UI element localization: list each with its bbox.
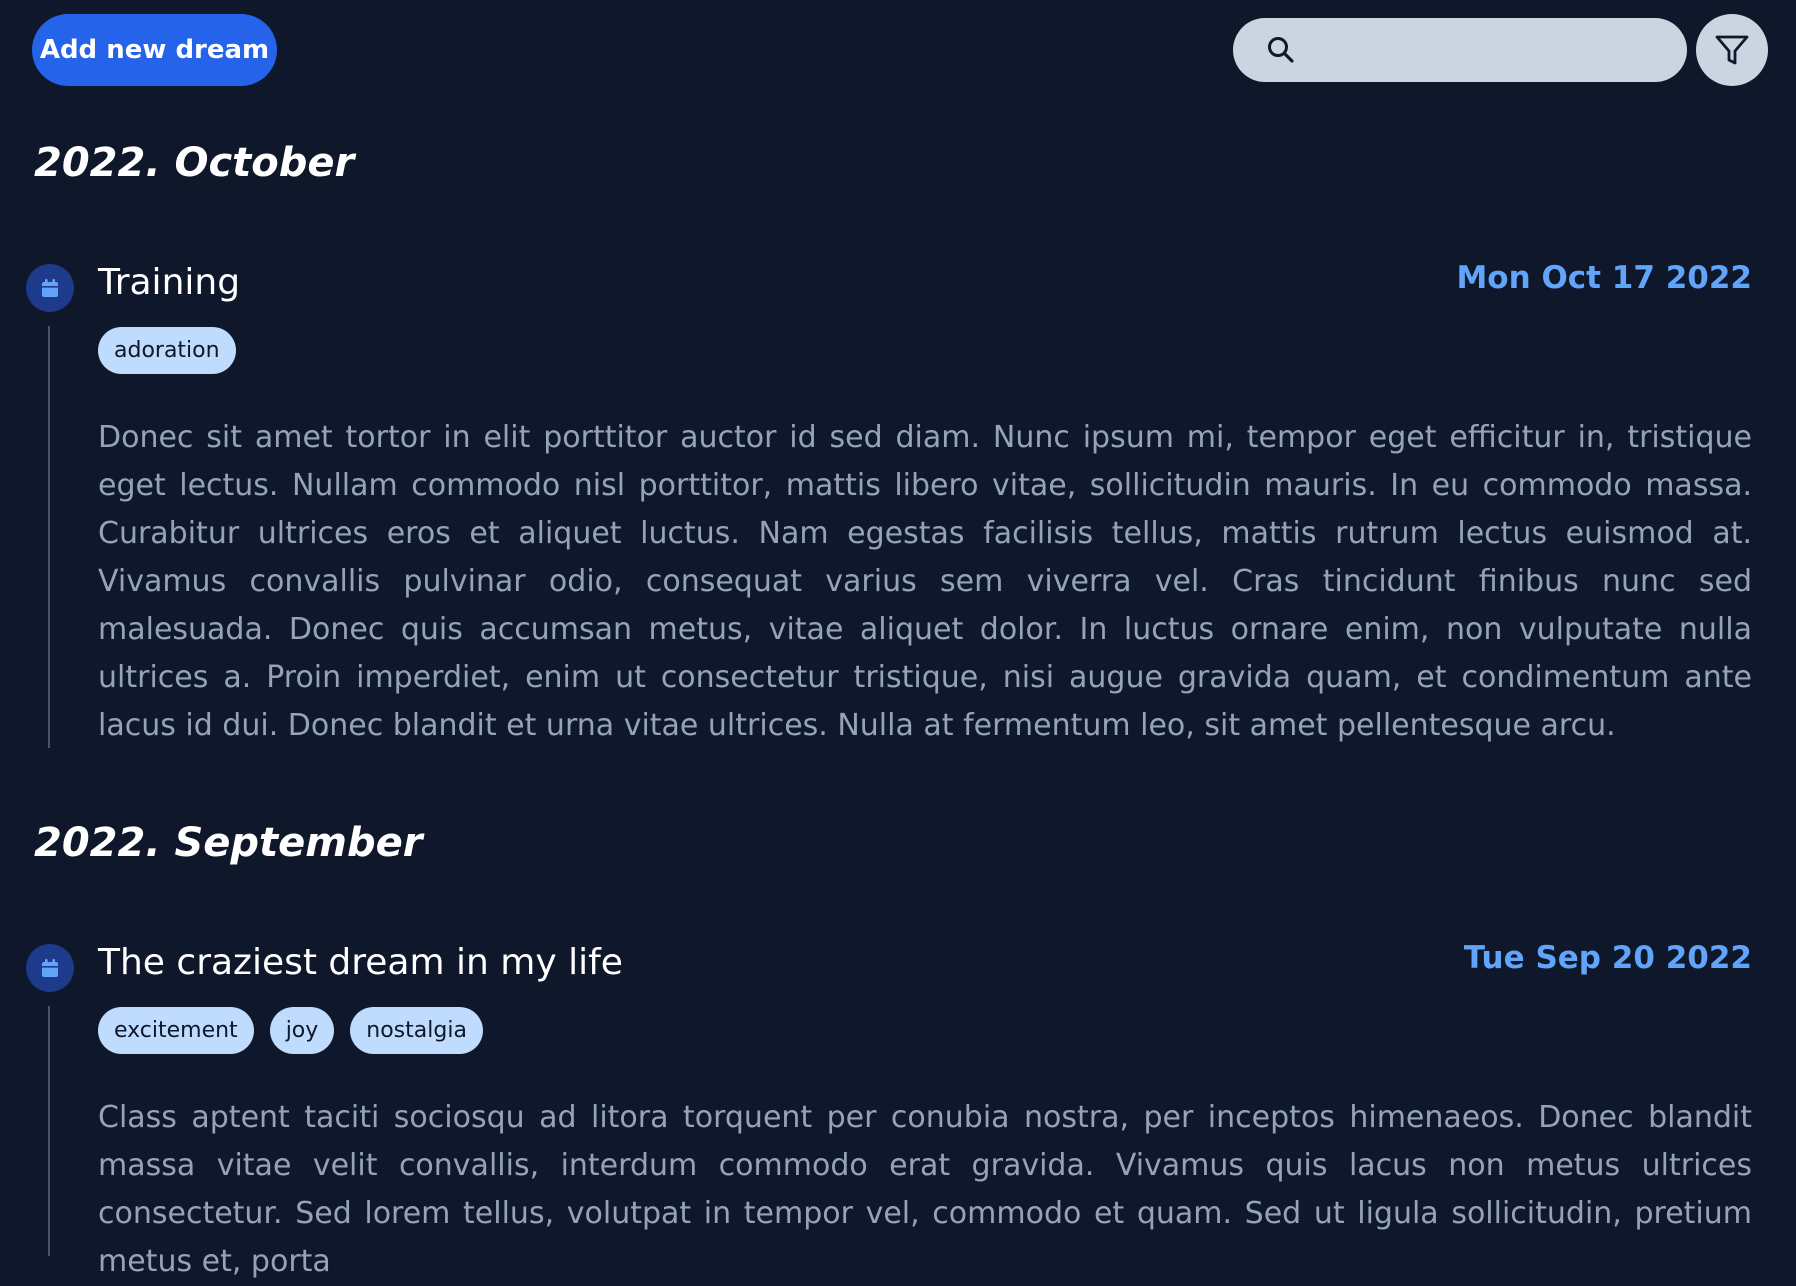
dream-body: Donec sit amet tortor in elit porttitor … <box>98 420 1752 743</box>
calendar-icon <box>42 279 58 297</box>
dream-body: Class aptent taciti sociosqu ad litora t… <box>98 1100 1752 1279</box>
search-input[interactable] <box>1313 28 1667 74</box>
add-dream-button[interactable]: Add new dream <box>32 14 277 86</box>
search-icon <box>1268 37 1294 63</box>
calendar-icon <box>42 959 58 977</box>
toolbar: Add new dream <box>0 0 1796 100</box>
search-bar[interactable] <box>1233 18 1687 82</box>
dream-title[interactable]: Training <box>98 262 240 303</box>
tag[interactable]: excitement <box>98 1007 254 1054</box>
timeline-line <box>48 1006 50 1256</box>
tag[interactable]: adoration <box>98 327 236 374</box>
dream-title[interactable]: The craziest dream in my life <box>98 942 623 983</box>
tag-list: excitement joy nostalgia <box>98 1007 483 1054</box>
tag[interactable]: nostalgia <box>350 1007 483 1054</box>
tag[interactable]: joy <box>269 1007 335 1054</box>
timeline-line <box>48 326 50 748</box>
month-heading: 2022. September <box>34 820 423 866</box>
filter-button[interactable] <box>1696 14 1768 86</box>
dream-date: Mon Oct 17 2022 <box>1456 260 1752 296</box>
tag-list: adoration <box>98 327 236 374</box>
entry-marker <box>26 264 74 312</box>
filter-icon <box>1715 35 1749 65</box>
dream-date: Tue Sep 20 2022 <box>1463 940 1752 976</box>
month-heading: 2022. October <box>34 140 355 186</box>
entry-marker <box>26 944 74 992</box>
